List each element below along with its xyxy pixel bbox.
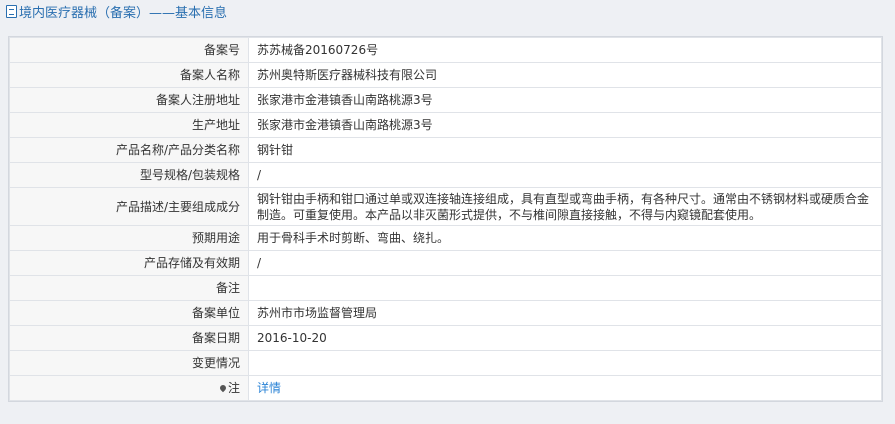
note-label-cell: 注: [9, 375, 249, 401]
table-row: 备案人名称 苏州奥特斯医疗器械科技有限公司: [9, 62, 882, 88]
table-row: 备注: [9, 275, 882, 301]
row-label: 备案人名称: [9, 62, 249, 88]
row-value: 2016-10-20: [248, 325, 882, 351]
row-label: 产品存储及有效期: [9, 250, 249, 276]
table-row: 备案人注册地址 张家港市金港镇香山南路桃源3号: [9, 87, 882, 113]
row-value: 苏州市市场监督管理局: [248, 300, 882, 326]
row-value: 钢针钳: [248, 137, 882, 163]
row-label: 生产地址: [9, 112, 249, 138]
page-title-text: 境内医疗器械（备案）——基本信息: [19, 6, 228, 21]
row-label: 备案单位: [9, 300, 249, 326]
row-label: 预期用途: [9, 225, 249, 251]
row-value: 张家港市金港镇香山南路桃源3号: [248, 87, 882, 113]
row-label: 变更情况: [9, 350, 249, 376]
table-row: 备案单位 苏州市市场监督管理局: [9, 300, 882, 326]
table-row: 产品名称/产品分类名称 钢针钳: [9, 137, 882, 163]
note-value-cell: 详情: [248, 375, 882, 401]
row-value: 张家港市金港镇香山南路桃源3号: [248, 112, 882, 138]
pin-icon: [218, 383, 228, 393]
table-row: 型号规格/包装规格 /: [9, 162, 882, 188]
table-row: 预期用途 用于骨科手术时剪断、弯曲、绕扎。: [9, 225, 882, 251]
page-title: 境内医疗器械（备案）——基本信息: [0, 0, 895, 28]
row-value: 苏州奥特斯医疗器械科技有限公司: [248, 62, 882, 88]
table-row: 产品存储及有效期 /: [9, 250, 882, 276]
row-label: 备案日期: [9, 325, 249, 351]
row-value: 苏苏械备20160726号: [248, 37, 882, 63]
note-label: 注: [227, 381, 240, 395]
table-row: 备案日期 2016-10-20: [9, 325, 882, 351]
info-panel: 备案号 苏苏械备20160726号 备案人名称 苏州奥特斯医疗器械科技有限公司 …: [8, 36, 883, 402]
row-value: [248, 275, 882, 301]
table-row: 产品描述/主要组成成分 钢针钳由手柄和钳口通过单或双连接轴连接组成，具有直型或弯…: [9, 187, 882, 226]
row-label: 备注: [9, 275, 249, 301]
row-label: 备案人注册地址: [9, 87, 249, 113]
table-row: 备案号 苏苏械备20160726号: [9, 37, 882, 63]
row-value: /: [248, 162, 882, 188]
row-value: /: [248, 250, 882, 276]
row-label: 产品名称/产品分类名称: [9, 137, 249, 163]
row-label: 型号规格/包装规格: [9, 162, 249, 188]
table-row: 生产地址 张家港市金港镇香山南路桃源3号: [9, 112, 882, 138]
row-value: 钢针钳由手柄和钳口通过单或双连接轴连接组成，具有直型或弯曲手柄，有各种尺寸。通常…: [248, 187, 882, 226]
table-row: 变更情况: [9, 350, 882, 376]
row-value: [248, 350, 882, 376]
row-value: 用于骨科手术时剪断、弯曲、绕扎。: [248, 225, 882, 251]
basic-info-table: 备案号 苏苏械备20160726号 备案人名称 苏州奥特斯医疗器械科技有限公司 …: [9, 37, 882, 401]
note-row: 注 详情: [9, 375, 882, 401]
details-link[interactable]: 详情: [257, 381, 281, 395]
row-label: 产品描述/主要组成成分: [9, 187, 249, 226]
document-icon: [6, 5, 17, 18]
row-label: 备案号: [9, 37, 249, 63]
